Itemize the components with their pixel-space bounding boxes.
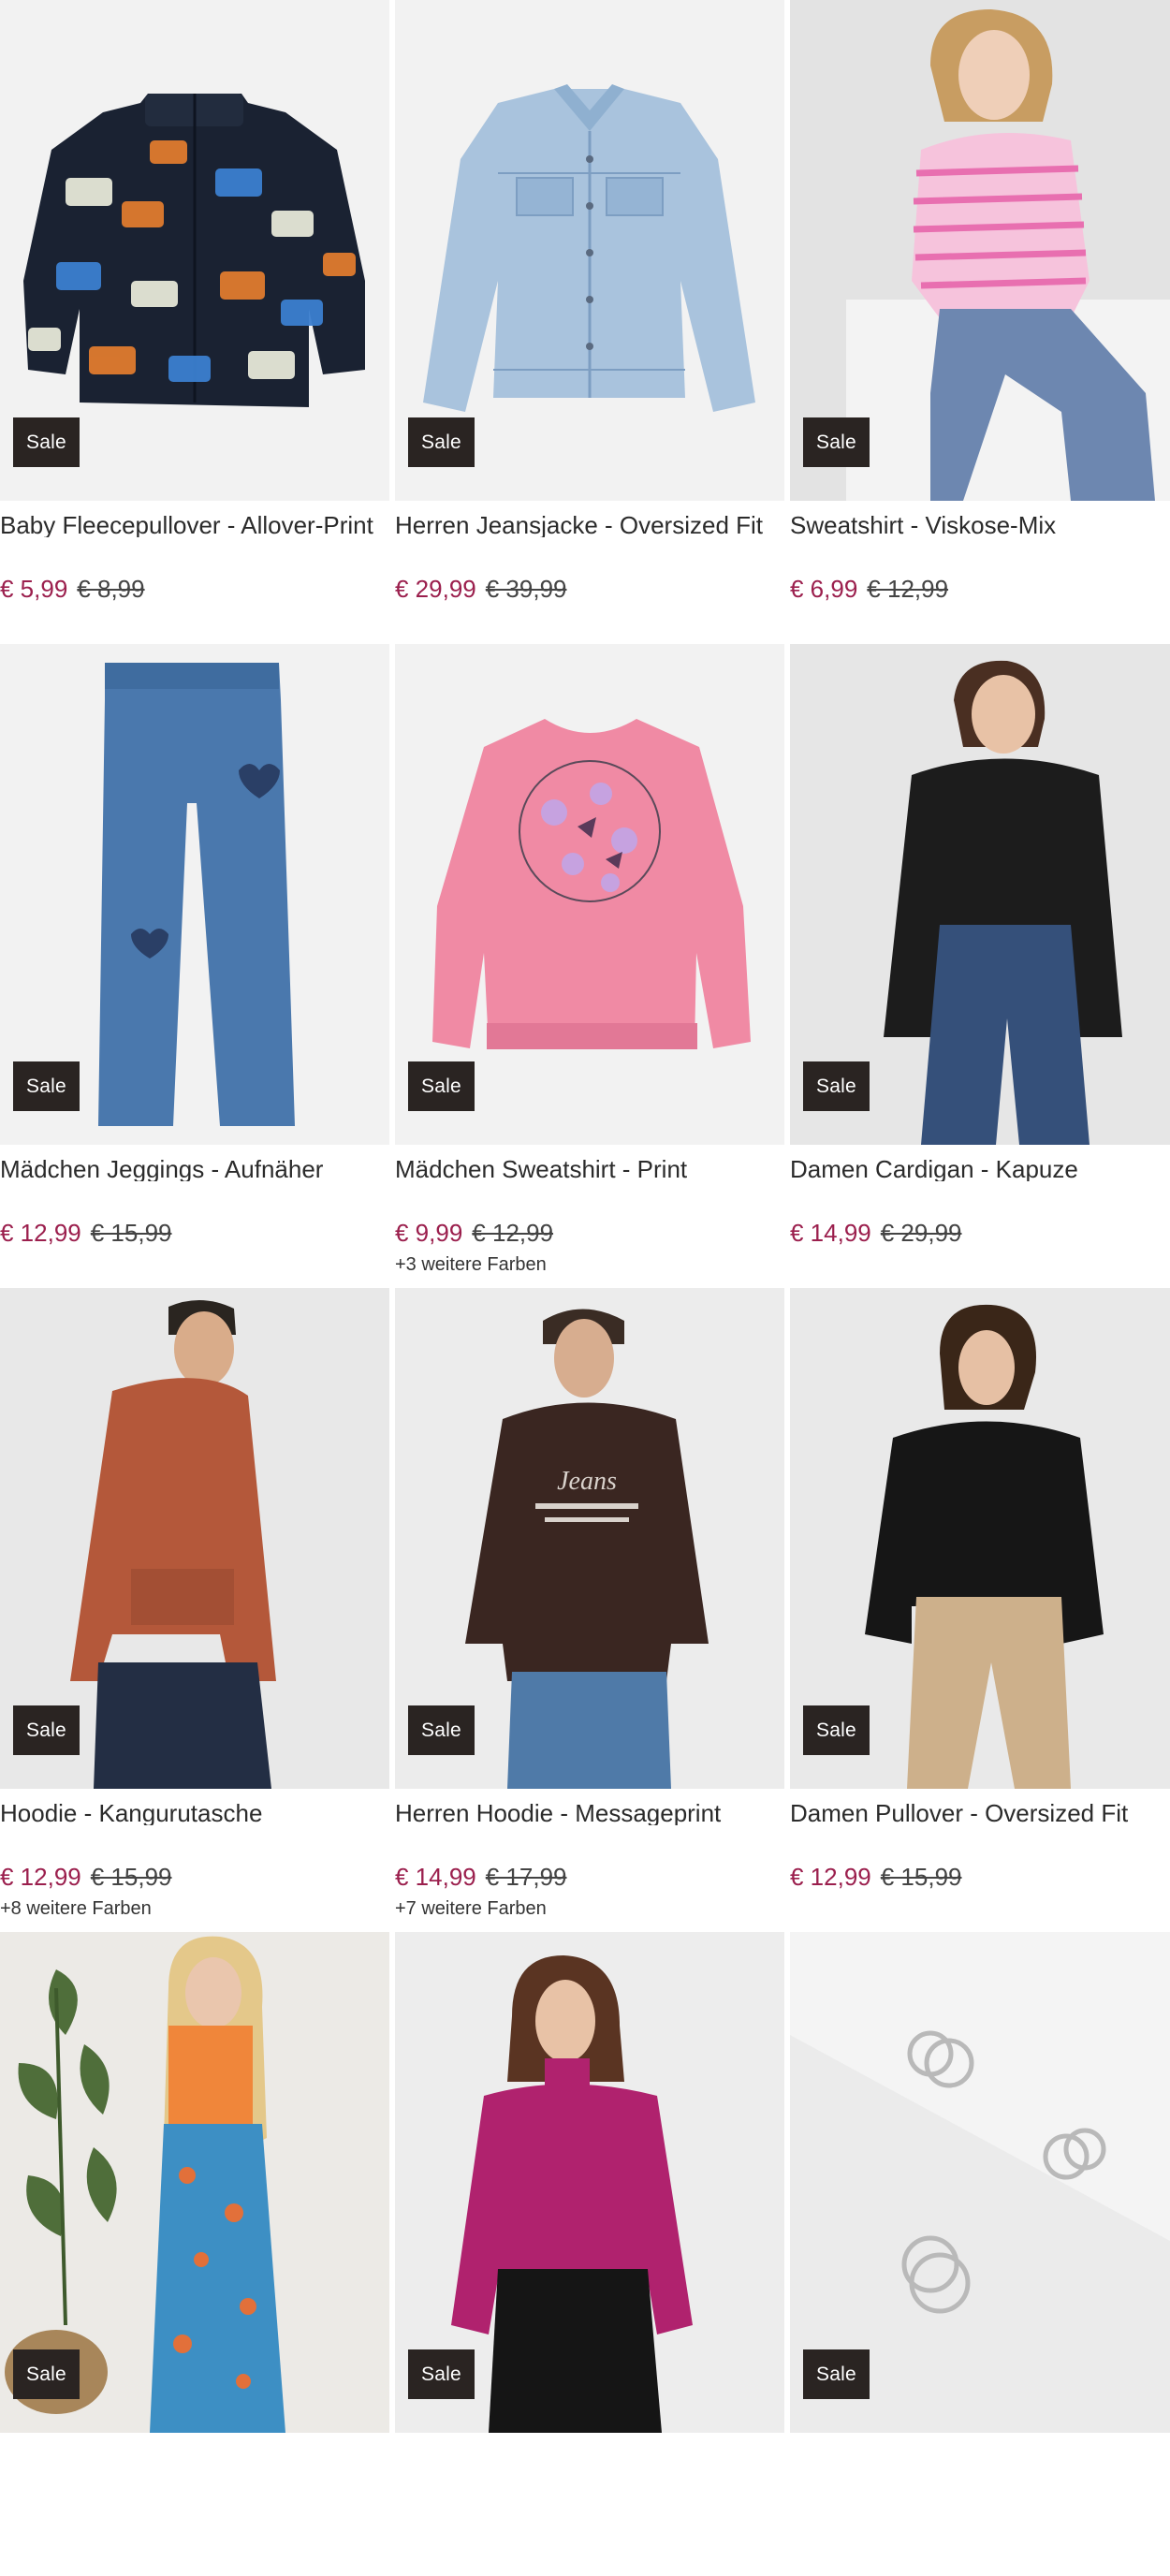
- product-prices: € 5,99 € 8,99: [0, 577, 389, 601]
- product-grid: Sale Baby Fleecepullover - Allover-Print…: [0, 0, 1170, 2576]
- current-price: € 12,99: [0, 1863, 81, 1891]
- sale-badge: Sale: [803, 417, 870, 467]
- current-price: € 12,99: [0, 1219, 81, 1247]
- product-card[interactable]: Sale: [790, 1932, 1170, 2576]
- product-title[interactable]: Mädchen Jeggings - Aufnäher: [0, 1157, 389, 1181]
- product-card[interactable]: Sale Mädchen Sweatshirt - Print € 9,99 € …: [395, 644, 784, 1288]
- product-title[interactable]: Damen Cardigan - Kapuze: [790, 1157, 1170, 1181]
- product-prices: € 9,99 € 12,99: [395, 1221, 784, 1245]
- product-image[interactable]: Sale: [0, 1932, 389, 2433]
- product-image[interactable]: Sale: [395, 1932, 784, 2433]
- product-prices: € 14,99 € 29,99: [790, 1221, 1170, 1245]
- product-image[interactable]: Sale: [790, 644, 1170, 1145]
- product-title[interactable]: Herren Hoodie - Messageprint: [395, 1801, 784, 1825]
- svg-text:Jeans: Jeans: [557, 1467, 617, 1496]
- product-card[interactable]: Sale Mädchen Jeggings - Aufnäher € 12,99…: [0, 644, 389, 1288]
- product-prices: € 12,99 € 15,99: [790, 1865, 1170, 1889]
- more-colors-label[interactable]: +8 weitere Farben: [0, 1898, 389, 1920]
- sale-badge: Sale: [408, 1061, 475, 1111]
- original-price: € 29,99: [880, 1219, 962, 1247]
- product-prices: € 14,99 € 17,99: [395, 1865, 784, 1889]
- current-price: € 14,99: [790, 1219, 871, 1247]
- product-image[interactable]: Sale: [790, 0, 1170, 501]
- product-title[interactable]: Sweatshirt - Viskose-Mix: [790, 513, 1170, 537]
- sale-badge: Sale: [408, 2349, 475, 2399]
- product-prices: € 29,99 € 39,99: [395, 577, 784, 601]
- product-image[interactable]: Sale: [0, 1288, 389, 1789]
- original-price: € 15,99: [880, 1863, 962, 1891]
- product-card[interactable]: Sale Hoodie - Kangurutasche € 12,99 € 15,…: [0, 1288, 389, 1932]
- product-image[interactable]: Sale: [790, 1288, 1170, 1789]
- sale-badge: Sale: [408, 417, 475, 467]
- more-colors-label[interactable]: +7 weitere Farben: [395, 1898, 784, 1920]
- original-price: € 15,99: [90, 1863, 172, 1891]
- current-price: € 9,99: [395, 1219, 463, 1247]
- original-price: € 39,99: [485, 575, 567, 603]
- current-price: € 29,99: [395, 575, 476, 603]
- product-image[interactable]: Jeans Sale: [395, 1288, 784, 1789]
- current-price: € 12,99: [790, 1863, 871, 1891]
- current-price: € 6,99: [790, 575, 858, 603]
- product-image[interactable]: Sale: [790, 1932, 1170, 2433]
- product-title[interactable]: Herren Jeansjacke - Oversized Fit: [395, 513, 784, 537]
- product-card[interactable]: Sale Baby Fleecepullover - Allover-Print…: [0, 0, 389, 644]
- sale-badge: Sale: [13, 2349, 80, 2399]
- product-card[interactable]: Sale Herren Jeansjacke - Oversized Fit €…: [395, 0, 784, 644]
- sale-badge: Sale: [13, 1061, 80, 1111]
- product-prices: € 12,99 € 15,99: [0, 1865, 389, 1889]
- product-prices: € 12,99 € 15,99: [0, 1221, 389, 1245]
- product-card[interactable]: Sale Damen Cardigan - Kapuze € 14,99 € 29…: [790, 644, 1170, 1288]
- current-price: € 5,99: [0, 575, 68, 603]
- product-title[interactable]: Hoodie - Kangurutasche: [0, 1801, 389, 1825]
- sale-badge: Sale: [13, 1705, 80, 1755]
- product-title[interactable]: Mädchen Sweatshirt - Print: [395, 1157, 784, 1181]
- product-card[interactable]: Sale Damen Pullover - Oversized Fit € 12…: [790, 1288, 1170, 1932]
- original-price: € 8,99: [77, 575, 145, 603]
- product-prices: € 6,99 € 12,99: [790, 577, 1170, 601]
- original-price: € 12,99: [472, 1219, 554, 1247]
- product-title[interactable]: Damen Pullover - Oversized Fit: [790, 1801, 1170, 1825]
- current-price: € 14,99: [395, 1863, 476, 1891]
- product-image[interactable]: Sale: [395, 0, 784, 501]
- original-price: € 12,99: [867, 575, 949, 603]
- original-price: € 15,99: [90, 1219, 172, 1247]
- product-card[interactable]: Sale: [0, 1932, 389, 2576]
- sale-badge: Sale: [13, 417, 80, 467]
- product-image[interactable]: Sale: [0, 644, 389, 1145]
- product-card[interactable]: Jeans Sale Herren Hoodie - Messageprint …: [395, 1288, 784, 1932]
- sale-badge: Sale: [803, 1061, 870, 1111]
- more-colors-label[interactable]: +3 weitere Farben: [395, 1254, 784, 1276]
- sale-badge: Sale: [803, 2349, 870, 2399]
- sale-badge: Sale: [408, 1705, 475, 1755]
- product-title[interactable]: Baby Fleecepullover - Allover-Print: [0, 513, 389, 537]
- product-card[interactable]: Sale Sweatshirt - Viskose-Mix € 6,99 € 12…: [790, 0, 1170, 644]
- product-image[interactable]: Sale: [395, 644, 784, 1145]
- product-card[interactable]: Sale: [395, 1932, 784, 2576]
- product-image[interactable]: Sale: [0, 0, 389, 501]
- original-price: € 17,99: [485, 1863, 567, 1891]
- sale-badge: Sale: [803, 1705, 870, 1755]
